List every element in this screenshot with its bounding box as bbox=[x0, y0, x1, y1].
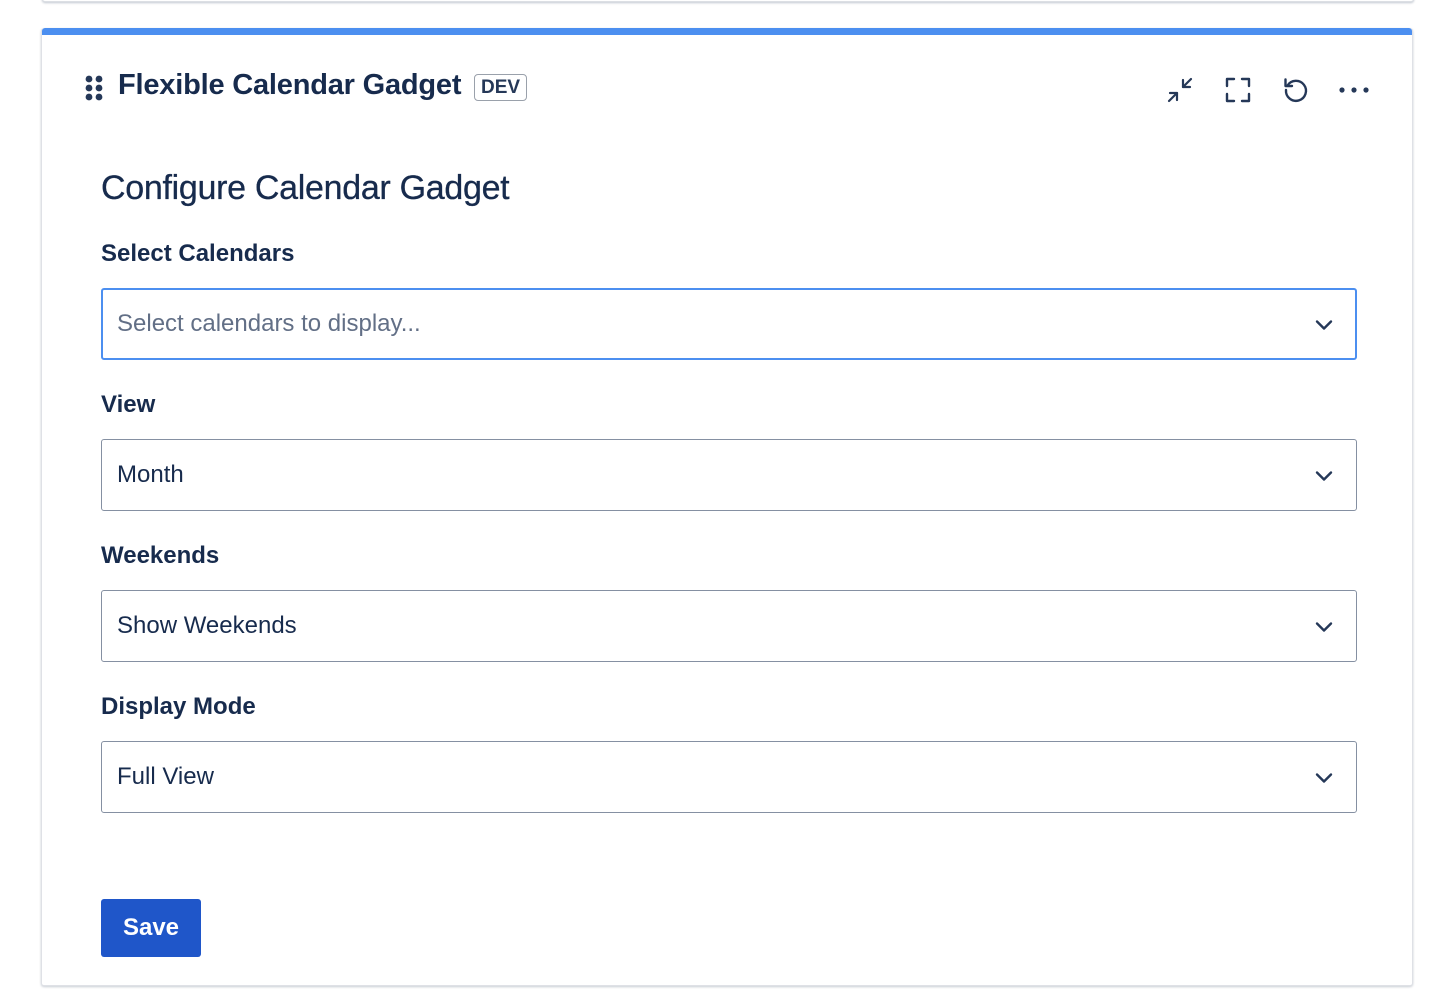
fullscreen-icon bbox=[1225, 77, 1251, 103]
select-calendars-label: Select Calendars bbox=[101, 240, 295, 267]
display-mode-field: Display Mode Full View bbox=[101, 693, 1357, 813]
chevron-down-icon bbox=[1315, 320, 1333, 330]
weekends-label: Weekends bbox=[101, 542, 220, 569]
chevron-down-icon bbox=[1315, 471, 1333, 481]
drag-handle-icon[interactable] bbox=[84, 74, 104, 102]
save-button[interactable]: Save bbox=[101, 899, 201, 957]
view-field: View Month bbox=[101, 391, 1357, 511]
gadget-header: Flexible Calendar Gadget DEV bbox=[42, 66, 1412, 112]
display-mode-dropdown[interactable]: Full View bbox=[101, 741, 1357, 813]
dev-badge: DEV bbox=[474, 74, 528, 101]
refresh-button[interactable] bbox=[1276, 70, 1316, 110]
select-calendars-placeholder: Select calendars to display... bbox=[117, 310, 421, 337]
display-mode-value: Full View bbox=[117, 763, 214, 790]
gadget-title: Flexible Calendar Gadget bbox=[118, 69, 462, 101]
weekends-field: Weekends Show Weekends bbox=[101, 542, 1357, 662]
configure-form: Configure Calendar Gadget Select Calenda… bbox=[101, 168, 1357, 957]
gadget-actions bbox=[1160, 70, 1374, 108]
view-label: View bbox=[101, 391, 156, 418]
view-value: Month bbox=[117, 461, 184, 488]
minimize-button[interactable] bbox=[1160, 70, 1200, 110]
fullscreen-button[interactable] bbox=[1218, 70, 1258, 110]
previous-gadget-edge bbox=[42, 0, 1414, 2]
view-dropdown[interactable]: Month bbox=[101, 439, 1357, 511]
form-heading: Configure Calendar Gadget bbox=[101, 169, 510, 207]
chevron-down-icon bbox=[1315, 622, 1333, 632]
select-calendars-dropdown[interactable]: Select calendars to display... bbox=[101, 288, 1357, 360]
minimize-icon bbox=[1167, 77, 1193, 103]
select-calendars-field: Select Calendars Select calendars to dis… bbox=[101, 240, 1357, 360]
weekends-value: Show Weekends bbox=[117, 612, 297, 639]
chevron-down-icon bbox=[1315, 773, 1333, 783]
refresh-icon bbox=[1284, 78, 1308, 102]
calendar-gadget: Flexible Calendar Gadget DEV Configure C… bbox=[41, 28, 1413, 986]
gadget-accent-bar bbox=[42, 28, 1412, 35]
display-mode-label: Display Mode bbox=[101, 693, 256, 720]
more-horizontal-icon bbox=[1339, 87, 1369, 93]
weekends-dropdown[interactable]: Show Weekends bbox=[101, 590, 1357, 662]
more-button[interactable] bbox=[1334, 70, 1374, 110]
